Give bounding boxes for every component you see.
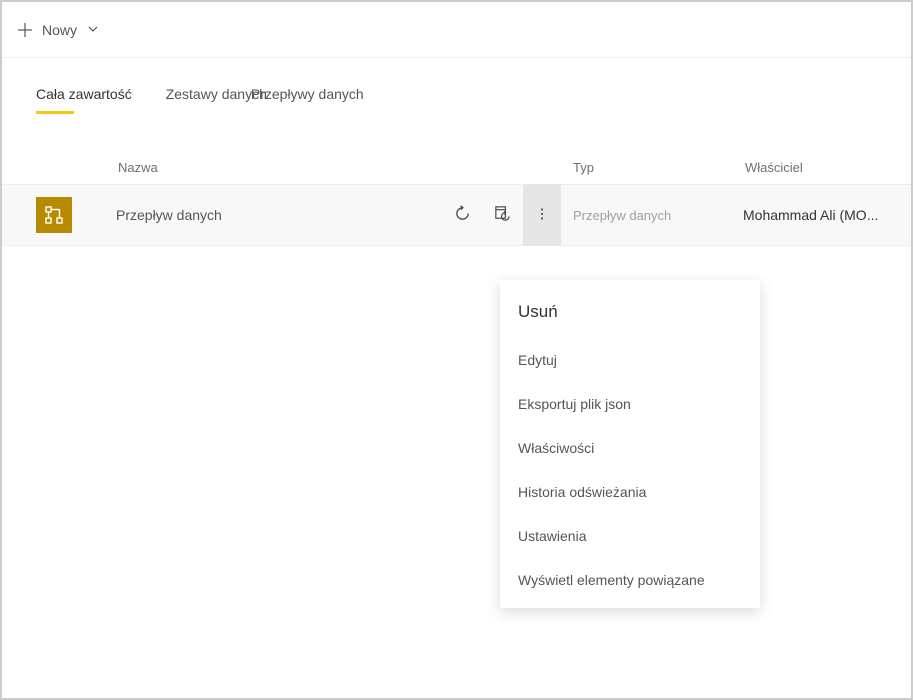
refresh-button[interactable] [443, 184, 481, 246]
menu-item-settings[interactable]: Ustawienia [500, 514, 760, 558]
menu-item-properties[interactable]: Właściwości [500, 426, 760, 470]
menu-item-view-related[interactable]: Wyświetl elementy powiązane [500, 558, 760, 602]
dataflow-icon [36, 197, 72, 233]
row-owner: Mohammad Ali (MO... [743, 207, 911, 223]
row-actions [421, 184, 561, 246]
toolbar: Nowy [2, 2, 911, 58]
plus-icon [16, 21, 34, 39]
schedule-icon [493, 204, 512, 226]
schedule-button[interactable] [483, 184, 521, 246]
header-owner: Właściciel [743, 160, 911, 175]
header-name: Nazwa [116, 160, 421, 175]
more-vertical-icon [534, 206, 550, 225]
new-button[interactable]: Nowy [16, 21, 99, 39]
context-menu: Usuń Edytuj Eksportuj plik json Właściwo… [500, 280, 760, 608]
tabs-bar: Cała zawartość Zestawy danych Przepływy … [2, 58, 911, 112]
header-type: Typ [561, 160, 743, 175]
menu-item-delete[interactable]: Usuń [500, 286, 760, 338]
row-type: Przepływ danych [561, 208, 743, 223]
row-icon-cell [36, 197, 116, 233]
refresh-icon [453, 204, 472, 226]
row-name: Przepływ danych [116, 207, 421, 223]
table-header: Nazwa Typ Właściciel [2, 150, 911, 184]
menu-item-refresh-history[interactable]: Historia odświeżania [500, 470, 760, 514]
more-options-button[interactable] [523, 184, 561, 246]
table-row[interactable]: Przepływ danych [2, 184, 911, 246]
menu-item-export-json[interactable]: Eksportuj plik json [500, 382, 760, 426]
new-button-label: Nowy [42, 22, 77, 38]
chevron-down-icon [87, 22, 99, 38]
content-area: Nazwa Typ Właściciel Przepływ danych [2, 112, 911, 246]
menu-item-edit[interactable]: Edytuj [500, 338, 760, 382]
tab-all-content[interactable]: Cała zawartość [36, 86, 132, 112]
tab-dataflows[interactable]: Przepływy danych [251, 86, 364, 112]
